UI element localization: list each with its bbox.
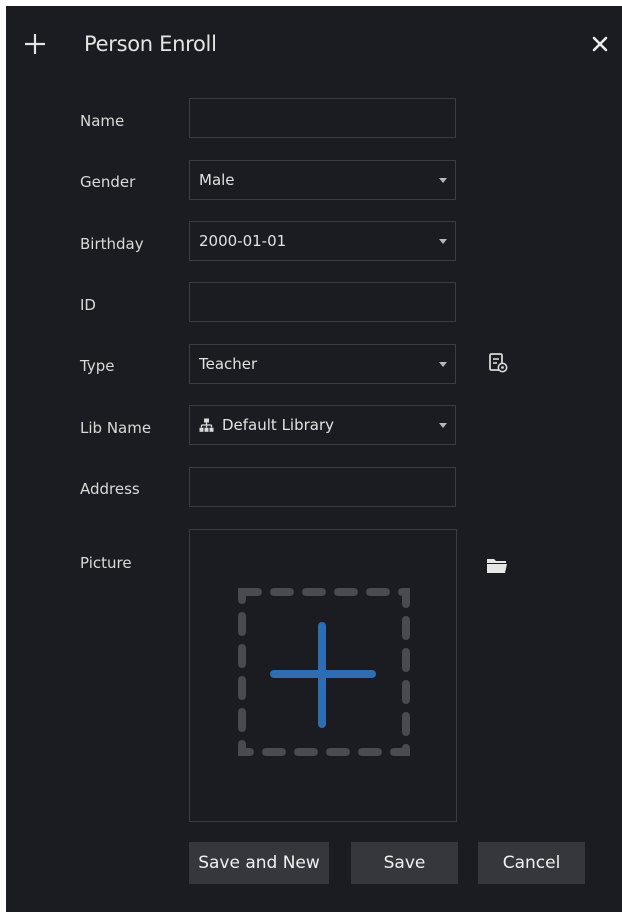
type-label: Type xyxy=(80,357,115,375)
name-field[interactable] xyxy=(189,98,456,138)
close-icon[interactable] xyxy=(590,34,610,54)
picture-label: Picture xyxy=(80,554,132,572)
save-and-new-button[interactable]: Save and New xyxy=(189,842,329,884)
plus-icon xyxy=(25,34,45,54)
name-label: Name xyxy=(80,112,125,130)
folder-icon[interactable] xyxy=(486,556,508,574)
gender-value: Male xyxy=(199,171,235,189)
chevron-down-icon xyxy=(439,362,447,367)
lib-name-select[interactable]: Default Library xyxy=(189,405,456,445)
add-picture-icon xyxy=(238,588,410,756)
cancel-button[interactable]: Cancel xyxy=(478,842,585,884)
person-enroll-dialog: Person Enroll Name Gender Male Birthday … xyxy=(6,6,622,912)
lib-name-value: Default Library xyxy=(222,416,335,434)
chevron-down-icon xyxy=(439,423,447,428)
type-select[interactable]: Teacher xyxy=(189,344,456,384)
gender-select[interactable]: Male xyxy=(189,160,456,200)
dialog-title-bar: Person Enroll xyxy=(6,6,622,78)
type-settings-icon[interactable] xyxy=(487,352,509,374)
address-field[interactable] xyxy=(189,467,456,507)
chevron-down-icon xyxy=(439,178,447,183)
id-input[interactable] xyxy=(190,283,455,321)
name-input[interactable] xyxy=(190,99,455,137)
id-field[interactable] xyxy=(189,282,456,322)
dialog-title: Person Enroll xyxy=(84,32,217,56)
picture-upload-area[interactable] xyxy=(189,529,457,822)
id-label: ID xyxy=(80,296,96,314)
address-label: Address xyxy=(80,480,140,498)
org-tree-icon xyxy=(199,418,214,432)
lib-name-label: Lib Name xyxy=(80,419,152,437)
birthday-label: Birthday xyxy=(80,235,144,253)
birthday-value: 2000-01-01 xyxy=(199,232,287,250)
save-button[interactable]: Save xyxy=(351,842,458,884)
birthday-picker[interactable]: 2000-01-01 xyxy=(189,221,456,261)
address-input[interactable] xyxy=(190,468,455,506)
type-value: Teacher xyxy=(199,355,258,373)
chevron-down-icon xyxy=(439,239,447,244)
gender-label: Gender xyxy=(80,173,136,191)
